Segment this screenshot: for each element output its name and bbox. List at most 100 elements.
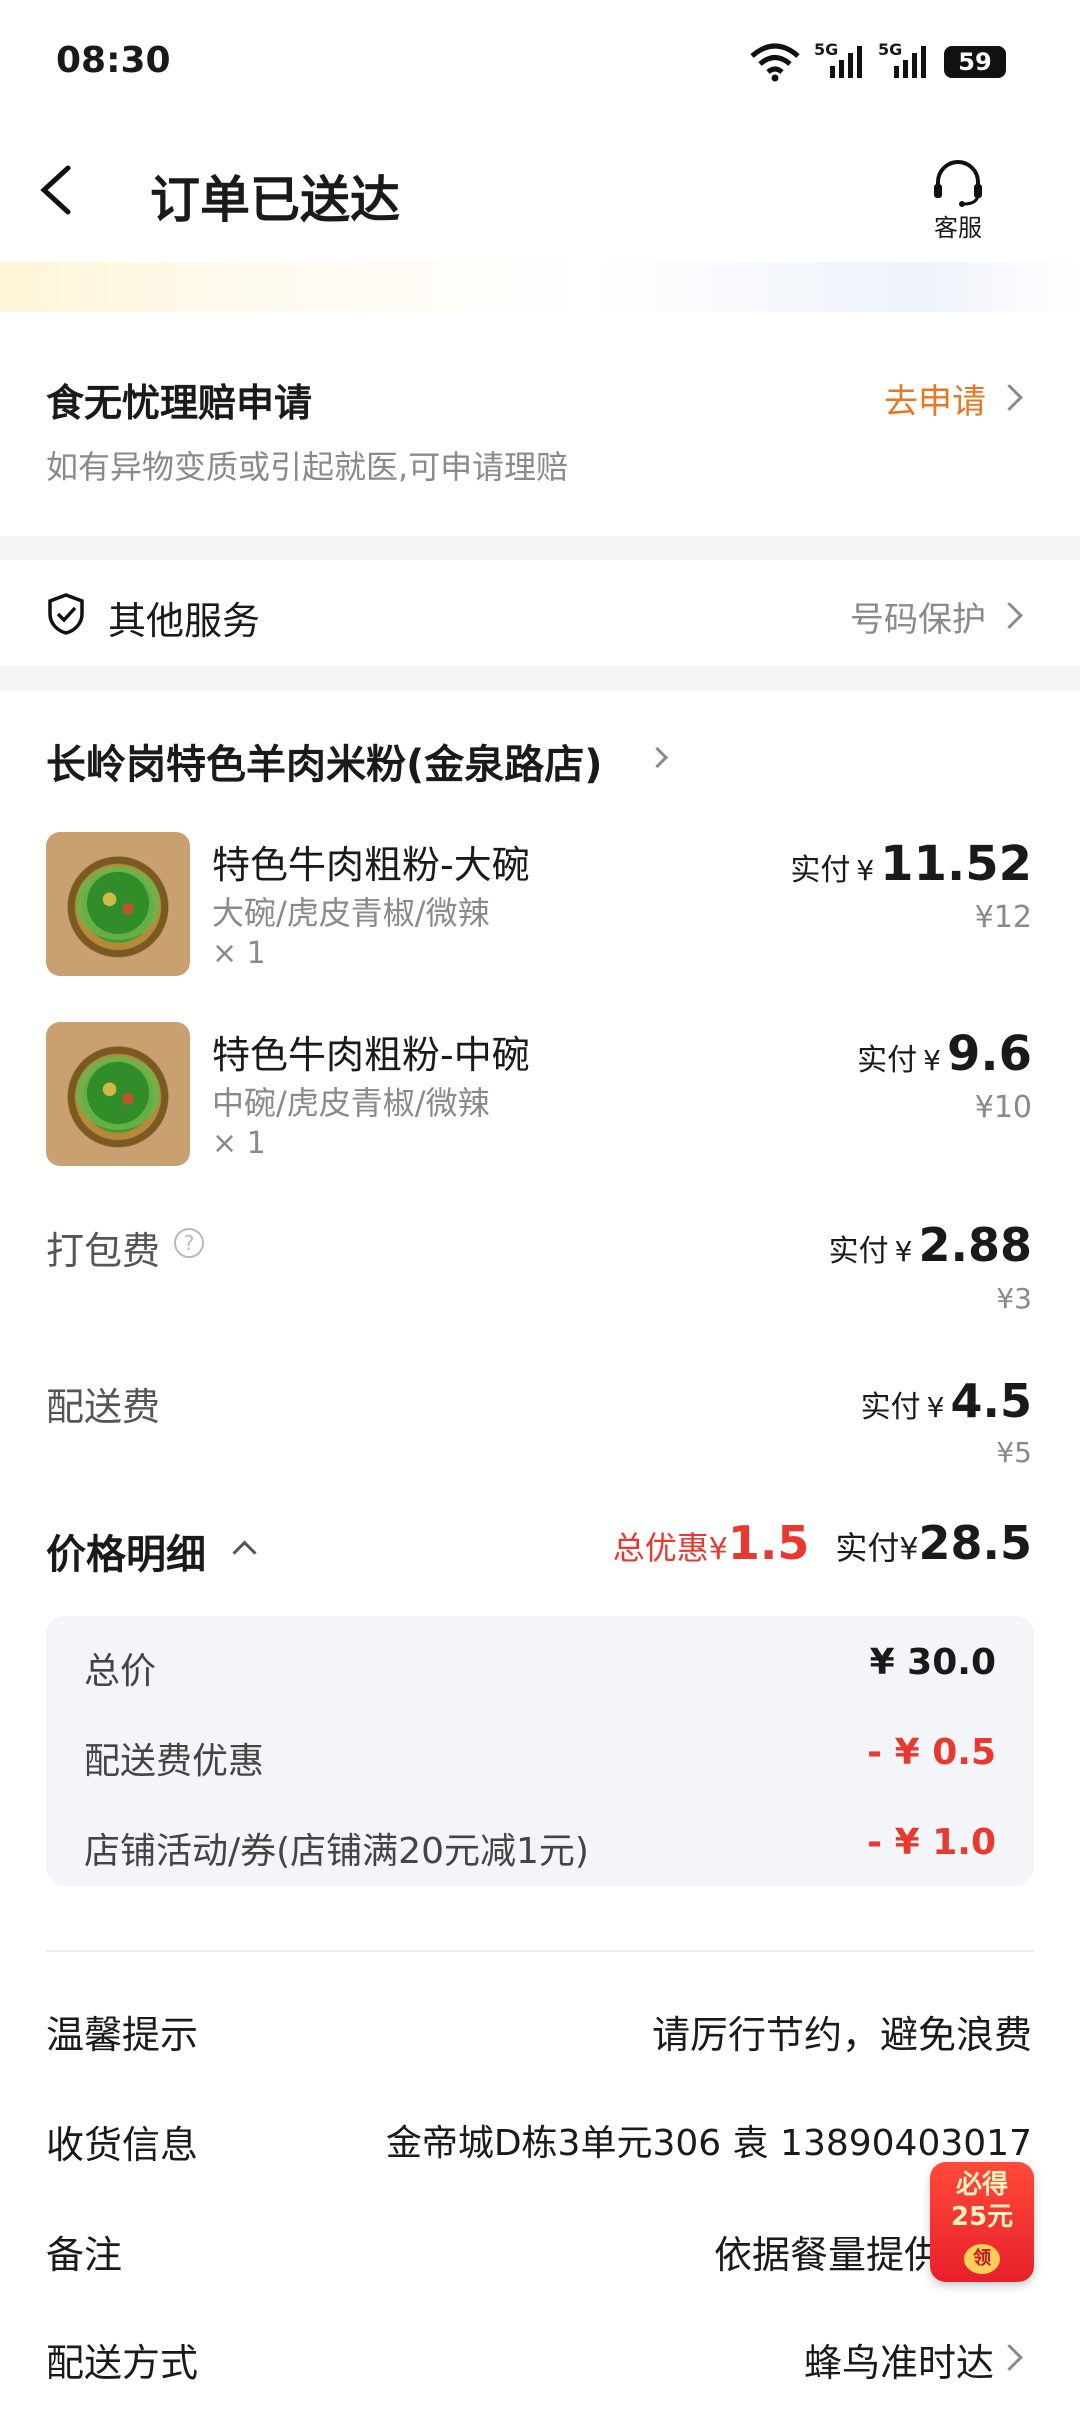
info-value: 请厉行节约，避免浪费 [651, 2013, 1032, 2057]
item-qty: × 1 [212, 936, 266, 971]
discount-label: 总优惠 [612, 1529, 709, 1567]
info-row: 收货信息 金帝城D栋3单元306 袁 13890403017 [0, 2104, 1080, 2184]
number-protection-label: 号码保护 [850, 600, 986, 640]
divider-band [0, 536, 1080, 560]
price-summary: 总优惠¥1.5 实付¥28.5 [613, 1516, 1032, 1570]
price-line-label: 店铺活动/券(店铺满20元减1元) [84, 1831, 589, 1872]
currency: ¥ [708, 1532, 728, 1567]
help-icon[interactable]: ? [174, 1228, 204, 1258]
paid-label: 实付 [790, 853, 851, 888]
headset-icon [934, 160, 982, 207]
paid-total: 28.5 [918, 1516, 1033, 1570]
wifi-icon [750, 43, 800, 82]
battery-level: 59 [958, 48, 992, 76]
claim-title: 食无忧理赔申请 [46, 381, 313, 425]
price-detail-panel: 总价 ¥ 30.0 配送费优惠 - ¥ 0.5 店铺活动/券(店铺满20元减1元… [46, 1616, 1034, 1886]
item-paid: 实付 ¥11.52 [790, 836, 1032, 892]
claim-section[interactable]: 食无忧理赔申请 如有异物变质或引起就医,可申请理赔 去申请 [0, 330, 1080, 530]
chevron-left-icon [40, 165, 71, 215]
original-price: ¥12 [974, 900, 1032, 935]
fee-paid: 实付 ¥4.5 [861, 1374, 1032, 1428]
store-row[interactable]: 长岭岗特色羊肉米粉(金泉路店) [0, 700, 1080, 810]
order-item[interactable]: 特色牛肉粗粉-大碗 大碗/虎皮青椒/微辣 × 1 实付 ¥11.52 ¥12 [0, 828, 1080, 998]
claim-apply-link[interactable]: 去申请 [884, 374, 986, 423]
store-name: 长岭岗特色羊肉米粉(金泉路店) [46, 742, 603, 788]
info-label: 备注 [46, 2233, 123, 2277]
currency: ¥ [926, 1391, 945, 1424]
chevron-right-icon [996, 384, 1023, 411]
currency: ¥ [899, 1532, 919, 1567]
item-name: 特色牛肉粗粉-中碗 [212, 1033, 530, 1077]
promo-line1: 必得 [955, 2170, 1008, 2200]
promo-badge[interactable]: 必得 25元 领 [930, 2162, 1034, 2282]
paid-label: 实付 [857, 1043, 918, 1078]
food-image [46, 832, 190, 976]
other-services-label: 其他服务 [108, 599, 261, 643]
page-title: 订单已送达 [150, 171, 400, 229]
info-label: 温馨提示 [46, 2013, 199, 2057]
packing-fee-row: 打包费 ? 实付 ¥2.88 ¥3 [0, 1210, 1080, 1340]
fee-paid: 实付 ¥2.88 [829, 1218, 1032, 1272]
discount-amount: 1.5 [727, 1516, 810, 1570]
paid-label: 实付 [860, 1390, 921, 1425]
promo-claim-badge: 领 [964, 2244, 1000, 2274]
back-button[interactable] [30, 160, 90, 220]
fee-label: 打包费 [46, 1229, 161, 1273]
status-time: 08:30 [56, 40, 171, 81]
price-line-value: ¥ 30.0 [869, 1642, 996, 1683]
chevron-right-icon [996, 602, 1023, 629]
currency: ¥ [894, 1235, 913, 1268]
price-detail-header[interactable]: 价格明细 总优惠¥1.5 实付¥28.5 [0, 1510, 1080, 1590]
info-row: 温馨提示 请厉行节约，避免浪费 [0, 1994, 1080, 2074]
paid-label: 实付 [835, 1529, 900, 1567]
original-price: ¥3 [996, 1282, 1032, 1315]
price-line-label: 总价 [84, 1651, 157, 1692]
other-services-row[interactable]: 其他服务 号码保护 [0, 560, 1080, 666]
paid-amount: 2.88 [918, 1218, 1033, 1272]
paid-label: 实付 [828, 1234, 889, 1269]
price-detail-title: 价格明细 [46, 1532, 206, 1578]
signal-icon [830, 46, 862, 78]
promo-badge-label: 领 [973, 2248, 991, 2269]
paid-amount: 11.52 [880, 836, 1032, 892]
paid-amount: 4.5 [950, 1374, 1033, 1428]
fee-label: 配送费 [46, 1385, 161, 1429]
chevron-up-icon [232, 1540, 257, 1565]
signal-icon [894, 46, 926, 78]
item-name: 特色牛肉粗粉-大碗 [212, 843, 530, 887]
food-image [46, 1022, 190, 1166]
info-row: 备注 依据餐量提供 [0, 2214, 1080, 2294]
customer-service-button[interactable]: 客服 [920, 160, 996, 244]
status-bar: 08:30 5G 5G 59 [0, 0, 1080, 120]
promo-line2: 25元 [950, 2202, 1014, 2232]
order-item[interactable]: 特色牛肉粗粉-中碗 中碗/虎皮青椒/微辣 × 1 实付 ¥9.6 ¥10 [0, 1018, 1080, 1188]
info-label: 收货信息 [46, 2123, 199, 2167]
currency: ¥ [856, 854, 875, 887]
chevron-right-icon [996, 2344, 1023, 2371]
delivery-fee-row: 配送费 实付 ¥4.5 ¥5 [0, 1366, 1080, 1496]
currency: ¥ [923, 1044, 941, 1077]
claim-subtitle: 如有异物变质或引起就医,可申请理赔 [46, 448, 569, 486]
price-line-value: - ¥ 0.5 [867, 1732, 996, 1773]
divider-band [0, 666, 1080, 690]
customer-service-label: 客服 [934, 214, 982, 242]
price-line-label: 配送费优惠 [84, 1741, 265, 1782]
battery-icon: 59 [944, 46, 1006, 78]
info-value: 金帝城D栋3单元306 袁 13890403017 [385, 2123, 1032, 2164]
info-label: 配送方式 [46, 2341, 199, 2385]
info-value: 依据餐量提供 [714, 2233, 943, 2277]
shield-check-icon [48, 593, 84, 635]
info-value: 蜂鸟准时达 [803, 2341, 994, 2385]
divider [46, 1950, 1034, 1952]
original-price: ¥10 [974, 1090, 1032, 1125]
item-spec: 中碗/虎皮青椒/微辣 [212, 1084, 490, 1122]
chevron-right-icon [646, 746, 669, 769]
original-price: ¥5 [996, 1436, 1032, 1469]
item-paid: 实付 ¥9.6 [857, 1026, 1032, 1082]
item-qty: × 1 [212, 1126, 266, 1161]
price-line-value: - ¥ 1.0 [867, 1822, 996, 1863]
header-gradient [0, 262, 1080, 312]
paid-amount: 9.6 [946, 1026, 1032, 1082]
delivery-method-row[interactable]: 配送方式 蜂鸟准时达 [0, 2322, 1080, 2402]
item-spec: 大碗/虎皮青椒/微辣 [212, 894, 490, 932]
